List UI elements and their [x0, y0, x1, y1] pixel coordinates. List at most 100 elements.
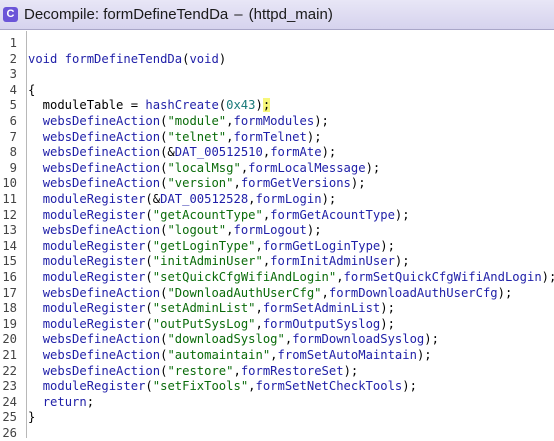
code-token: );	[350, 176, 366, 191]
code-token: formGetAcountType	[270, 207, 395, 222]
line-code: moduleTable = hashCreate(0x43);	[28, 97, 271, 113]
line-number: 6	[9, 114, 17, 128]
code-token: ,	[255, 238, 263, 253]
code-token: "module"	[167, 114, 227, 128]
code-line[interactable]: 19 moduleRegister("outPutSysLog",formOut…	[0, 316, 554, 332]
code-line[interactable]: 8 websDefineAction(&DAT_00512510,formAte…	[0, 144, 554, 160]
code-line[interactable]: 17 websDefineAction("DownloadAuthUserCfg…	[0, 285, 554, 301]
code-token: websDefineAction	[42, 176, 161, 191]
line-number: 14	[2, 238, 17, 253]
line-number: 10	[2, 176, 17, 191]
line-number: 19	[2, 316, 17, 331]
code-token: void	[189, 51, 219, 66]
line-code: websDefineAction("automaintain",fromSetA…	[28, 347, 432, 363]
code-line[interactable]: 14 moduleRegister("getLoginType",formGet…	[0, 238, 554, 254]
line-code: moduleRegister("setAdminList",formSetAdm…	[28, 300, 395, 316]
code-line[interactable]: 2 void formDefineTendDa(void)	[0, 51, 554, 67]
code-line[interactable]: 25}	[0, 409, 554, 425]
code-line[interactable]: 21 websDefineAction("automaintain",fromS…	[0, 347, 554, 363]
code-line[interactable]: 7 websDefineAction("telnet",formTelnet);	[0, 129, 554, 145]
code-token: (&	[145, 192, 161, 206]
code-token: formSetQuickCfgWifiAndLogin	[343, 270, 542, 284]
code-listing[interactable]: 1 2 void formDefineTendDa(void) 3 4{5 module…	[0, 31, 554, 441]
code-token: moduleRegister	[42, 192, 146, 206]
decompile-icon: C	[3, 7, 18, 22]
code-token: moduleRegister	[42, 316, 146, 331]
code-token: ,	[233, 363, 241, 378]
code-token: "localMsg"	[167, 160, 241, 175]
code-token: formSetAdminList	[262, 301, 381, 316]
code-line[interactable]: 3	[0, 66, 554, 82]
code-line[interactable]: 22 websDefineAction("restore",formRestor…	[0, 363, 554, 379]
code-token: (	[145, 379, 153, 394]
code-line[interactable]: 11 moduleRegister(&DAT_00512528,formLogi…	[0, 191, 554, 207]
decompiler-window: C Decompile: formDefineTendDa – (httpd_m…	[0, 0, 554, 441]
line-number: 4	[9, 82, 17, 97]
line-code: moduleRegister(&DAT_00512528,formLogin);	[28, 191, 337, 207]
line-number: 7	[9, 129, 17, 144]
code-line[interactable]: 12 moduleRegister("getAcountType",formGe…	[0, 207, 554, 223]
code-token: formSetNetCheckTools	[255, 379, 403, 394]
code-token: websDefineAction	[42, 160, 161, 175]
line-code: moduleRegister("initAdminUser",formInitA…	[28, 253, 410, 269]
code-token: websDefineAction	[42, 114, 161, 128]
code-token: "restore"	[167, 363, 234, 378]
code-line[interactable]: 13 websDefineAction("logout",formLogout)…	[0, 222, 554, 238]
code-token: ,	[321, 285, 329, 300]
line-code: websDefineAction("telnet",formTelnet);	[28, 129, 322, 145]
code-token: formGetVersions	[240, 176, 351, 191]
code-line[interactable]: 9 websDefineAction("localMsg",formLocalM…	[0, 160, 554, 176]
code-line[interactable]: 20 websDefineAction("downloadSyslog",for…	[0, 331, 554, 347]
code-token: );	[306, 223, 322, 238]
code-token: "telnet"	[167, 129, 227, 144]
line-number: 20	[2, 332, 17, 347]
code-line[interactable]: 16 moduleRegister("setQuickCfgWifiAndLog…	[0, 269, 554, 285]
code-token: (	[145, 316, 153, 331]
code-line[interactable]: 4{	[0, 82, 554, 98]
line-code: websDefineAction("logout",formLogout);	[28, 222, 322, 238]
code-token: (	[145, 254, 153, 269]
code-token: );	[380, 316, 395, 331]
code-token: );	[380, 238, 395, 253]
line-code: websDefineAction("module",formModules);	[28, 113, 329, 129]
code-token: "logout"	[167, 223, 227, 238]
code-line[interactable]: 6 websDefineAction("module",formModules)…	[0, 113, 554, 129]
code-line[interactable]: 10 websDefineAction("version",formGetVer…	[0, 175, 554, 191]
line-number: 24	[2, 394, 17, 409]
line-number: 2	[9, 51, 17, 66]
code-line[interactable]: 5 moduleTable = hashCreate(0x43);	[0, 97, 554, 113]
code-token: "setAdminList"	[152, 301, 256, 316]
code-token: );	[394, 254, 410, 269]
code-token: moduleRegister	[42, 254, 146, 269]
code-line[interactable]: 23 moduleRegister("setFixTools",formSetN…	[0, 378, 554, 394]
code-token: formAte	[270, 145, 322, 160]
line-code: return;	[28, 394, 94, 410]
code-line[interactable]: 26	[0, 425, 554, 441]
code-token: formDefineTendDa	[64, 51, 183, 66]
code-line[interactable]: 1	[0, 35, 554, 51]
window-titlebar[interactable]: C Decompile: formDefineTendDa – (httpd_m…	[0, 0, 554, 30]
title-separator: –	[234, 6, 243, 23]
code-token: websDefineAction	[42, 145, 161, 160]
code-token: );	[321, 192, 337, 206]
window-title: Decompile: formDefineTendDa	[24, 6, 229, 23]
code-token: formLocalMessage	[248, 160, 366, 175]
code-line[interactable]: 18 moduleRegister("setAdminList",formSet…	[0, 300, 554, 316]
code-token: "setQuickCfgWifiAndLogin"	[152, 270, 337, 284]
code-line[interactable]: 15 moduleRegister("initAdminUser",formIn…	[0, 253, 554, 269]
code-token: ;	[86, 394, 95, 409]
code-token: );	[497, 285, 513, 300]
code-line[interactable]: 24 return;	[0, 394, 554, 410]
code-token: ,	[336, 270, 344, 284]
code-token: );	[314, 114, 329, 128]
code-token: (&	[160, 145, 175, 160]
window-subtitle: (httpd_main)	[248, 6, 333, 23]
code-token: );	[402, 379, 417, 394]
